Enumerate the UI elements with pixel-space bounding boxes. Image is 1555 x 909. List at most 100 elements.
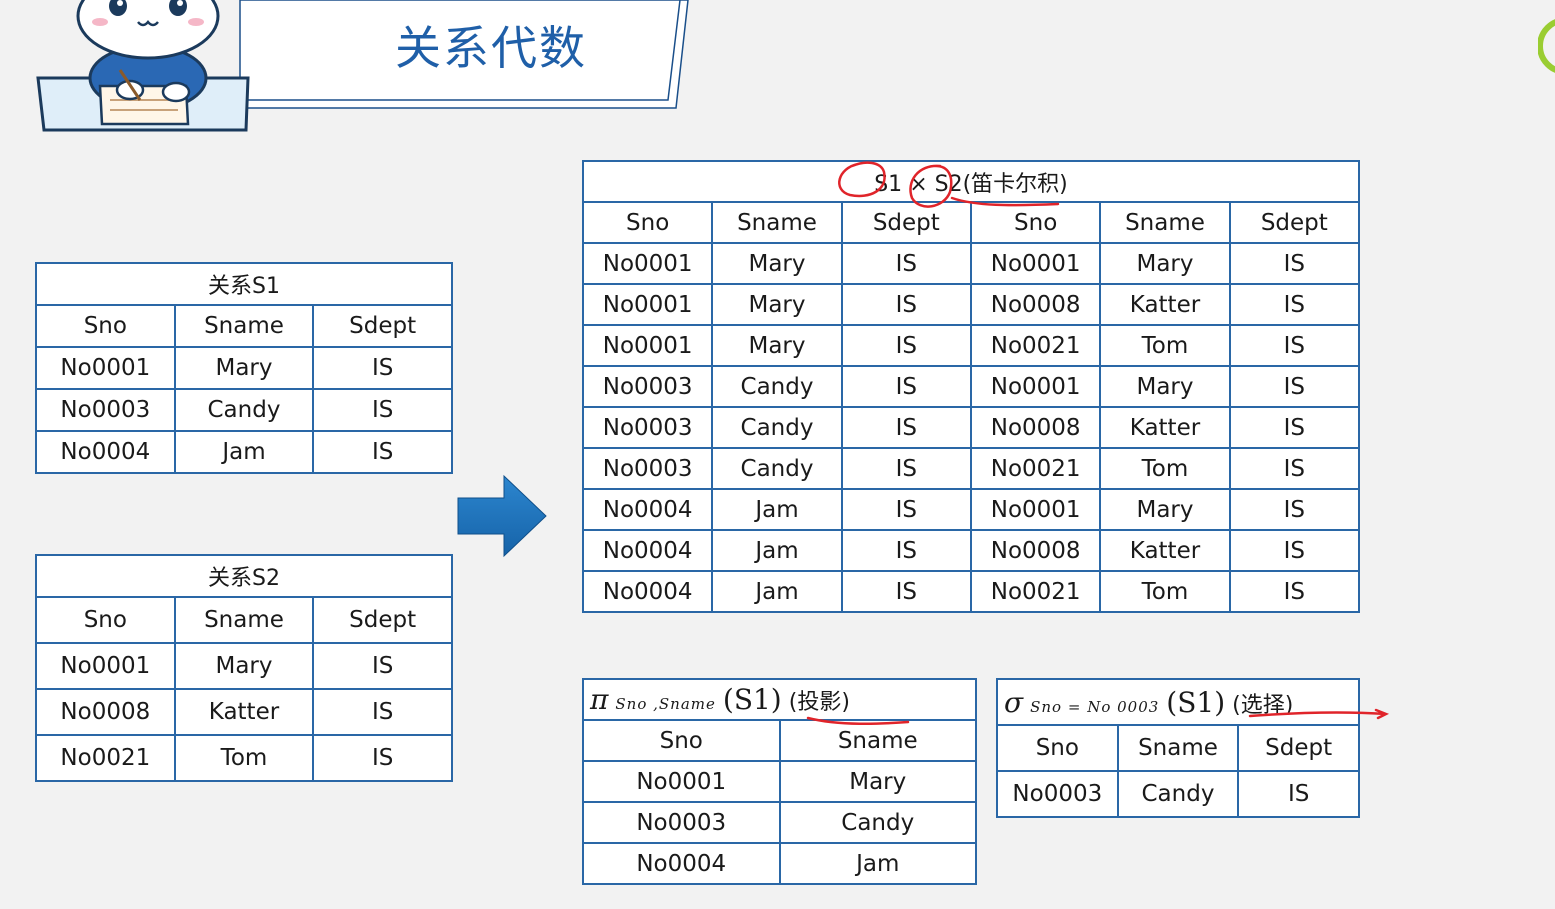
table-cell: IS xyxy=(840,488,972,531)
table-cell: IS xyxy=(1228,529,1361,572)
table-cell: IS xyxy=(1228,406,1361,449)
table-cell: Jam xyxy=(711,529,843,572)
column-header: Sno xyxy=(969,201,1102,244)
column-header: Sdept xyxy=(312,304,453,348)
table-cell: No0008 xyxy=(969,529,1102,572)
page-title: 关系代数 xyxy=(395,21,587,75)
caption-note: (选择) xyxy=(1232,692,1294,718)
header-row: Sno Sname xyxy=(582,719,977,762)
table-cell: IS xyxy=(1228,570,1361,613)
table-cell: IS xyxy=(312,642,453,690)
table-cell: IS xyxy=(1228,488,1361,531)
table-cell: No0004 xyxy=(35,430,176,474)
table-cell: No0008 xyxy=(969,283,1102,326)
table-row: No0001 Mary IS xyxy=(35,346,453,390)
table-caption: σ Sno = No 0003 (S1) (选择) xyxy=(996,678,1360,726)
table-cell: No0021 xyxy=(969,447,1102,490)
table-cell: No0001 xyxy=(969,488,1102,531)
cat-mascot-icon xyxy=(36,0,250,132)
table-row: No0004 Jam IS xyxy=(35,430,453,474)
table-row: No0008 Katter IS xyxy=(35,688,453,736)
table-cell: Candy xyxy=(778,801,977,844)
pi-symbol: π xyxy=(590,683,609,716)
table-cell: No0001 xyxy=(582,760,781,803)
table-cell: Candy xyxy=(173,388,315,432)
table-cell: Tom xyxy=(1099,447,1231,490)
table-cell: Mary xyxy=(711,283,843,326)
projection-table: π Sno ,Sname (S1) (投影) Sno Sname No0001 … xyxy=(582,678,977,885)
table-cell: IS xyxy=(1228,365,1361,408)
table-cell: No0008 xyxy=(35,688,176,736)
header-row: Sno Sname Sdept Sno Sname Sdept xyxy=(581,201,1361,244)
column-header: Sname xyxy=(173,304,315,348)
table-cell: Mary xyxy=(711,324,843,367)
table-row: No0001 Mary IS xyxy=(35,642,453,690)
table-cell: Candy xyxy=(711,365,843,408)
table-cell: Mary xyxy=(711,242,843,285)
table-cell: Katter xyxy=(1099,406,1231,449)
column-header: Sname xyxy=(711,201,843,244)
table-cell: IS xyxy=(840,406,972,449)
table-row: No0003 Candy IS No0008 Katter IS xyxy=(581,406,1361,449)
table-cell: IS xyxy=(312,734,453,782)
table-cell: Mary xyxy=(778,760,977,803)
table-cell: Jam xyxy=(173,430,315,474)
table-cell: No0003 xyxy=(581,447,714,490)
table-cell: Katter xyxy=(1099,283,1231,326)
table-cell: Candy xyxy=(1116,770,1240,818)
selection-subscript: Sno = No 0003 xyxy=(1030,697,1160,716)
table-cell: IS xyxy=(840,324,972,367)
table-cell: No0008 xyxy=(969,406,1102,449)
table-row: No0001 Mary IS No0008 Katter IS xyxy=(581,283,1361,326)
relation-s2-table: 关系S2 Sno Sname Sdept No0001 Mary IS No00… xyxy=(35,554,453,782)
header-row: Sno Sname Sdept xyxy=(35,596,453,644)
table-caption: 关系S1 xyxy=(35,262,453,306)
column-header: Sname xyxy=(173,596,315,644)
cartesian-product-table: S1 × S2(笛卡尔积) Sno Sname Sdept Sno Sname … xyxy=(581,160,1361,613)
caption-note: (投影) xyxy=(788,690,850,715)
header-row: Sno Sname Sdept xyxy=(35,304,453,348)
table-cell: Mary xyxy=(1099,488,1231,531)
table-cell: IS xyxy=(840,365,972,408)
column-header: Sdept xyxy=(840,201,972,244)
table-cell: Mary xyxy=(1099,365,1231,408)
cross-product-symbol: × xyxy=(909,171,928,197)
table-cell: Katter xyxy=(1099,529,1231,572)
table-cell: No0004 xyxy=(581,570,714,613)
column-header: Sdept xyxy=(312,596,453,644)
table-caption: S1 × S2(笛卡尔积) xyxy=(582,160,1360,203)
right-arrow-icon xyxy=(457,474,547,558)
table-cell: Tom xyxy=(173,734,315,782)
table-row: No0001 Mary IS No0001 Mary IS xyxy=(581,242,1361,285)
column-header: Sno xyxy=(581,201,714,244)
column-header: Sname xyxy=(1116,724,1240,772)
table-row: No0003 Candy xyxy=(582,801,977,844)
table-cell: No0001 xyxy=(35,642,176,690)
table-cell: Jam xyxy=(778,842,977,885)
table-cell: No0003 xyxy=(581,365,714,408)
table-cell: IS xyxy=(1228,447,1361,490)
table-cell: IS xyxy=(312,430,453,474)
table-row: No0004 Jam xyxy=(582,842,977,885)
table-cell: No0003 xyxy=(996,770,1119,818)
header-row: Sno Sname Sdept xyxy=(996,724,1360,772)
table-cell: No0001 xyxy=(969,365,1102,408)
table-cell: Mary xyxy=(173,346,315,390)
sigma-symbol: σ xyxy=(1004,685,1024,719)
table-cell: IS xyxy=(840,242,972,285)
table-cell: No0003 xyxy=(35,388,176,432)
table-caption: 关系S2 xyxy=(35,554,453,598)
table-cell: IS xyxy=(312,688,453,736)
table-cell: Mary xyxy=(1099,242,1231,285)
column-header: Sno xyxy=(35,596,176,644)
table-cell: No0003 xyxy=(581,406,714,449)
table-cell: Jam xyxy=(711,488,843,531)
product-rows: No0001 Mary IS No0001 Mary IS No0001 Mary IS No00… xyxy=(581,242,1361,613)
column-header: Sno xyxy=(996,724,1119,772)
table-cell: No0001 xyxy=(581,283,714,326)
table-row: No0001 Mary IS No0021 Tom IS xyxy=(581,324,1361,367)
table-row: No0001 Mary xyxy=(582,760,977,803)
column-header: Sname xyxy=(778,719,977,762)
table-cell: IS xyxy=(840,529,972,572)
table-row: No0004 Jam IS No0008 Katter IS xyxy=(581,529,1361,572)
